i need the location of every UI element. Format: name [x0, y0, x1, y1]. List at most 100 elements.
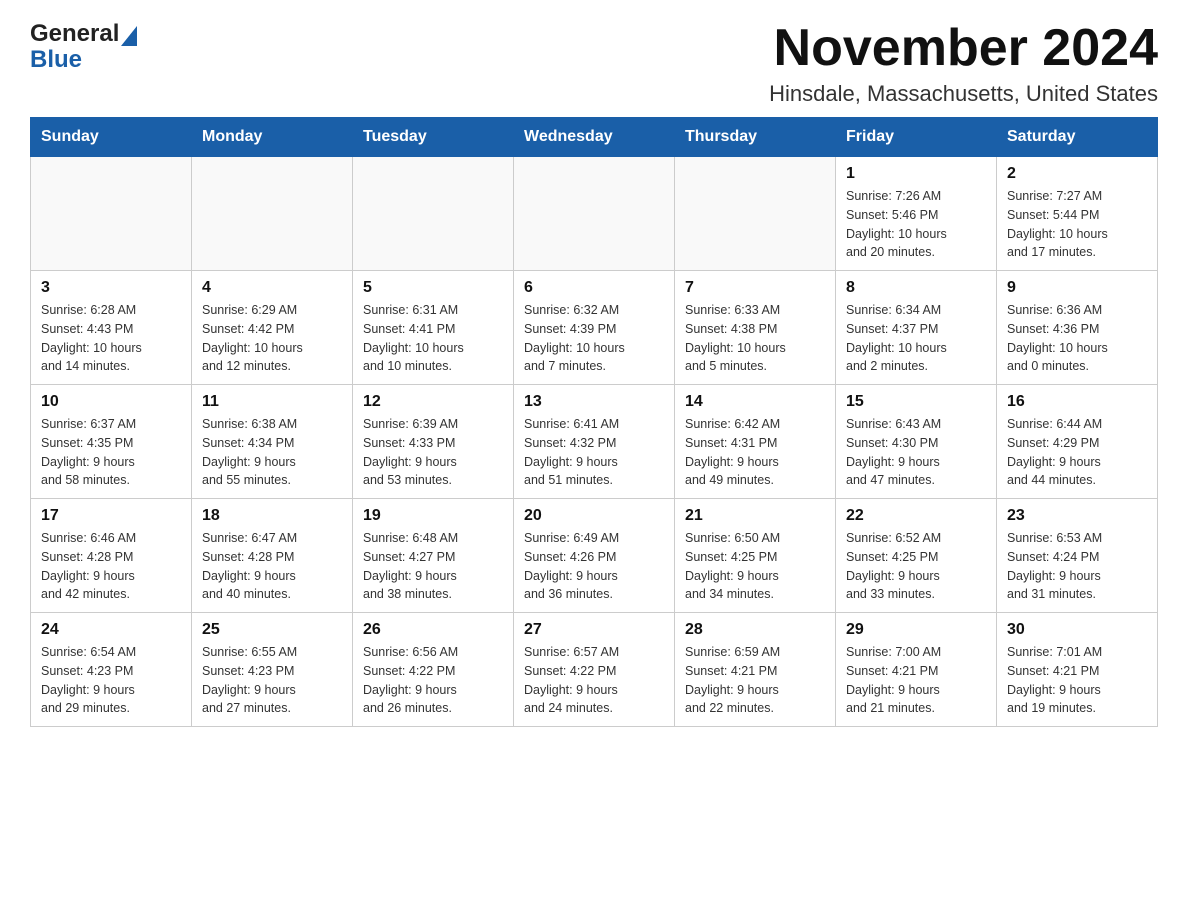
day-number: 15	[846, 393, 986, 411]
day-number: 18	[202, 507, 342, 525]
day-info: Sunrise: 6:53 AM Sunset: 4:24 PM Dayligh…	[1007, 529, 1147, 604]
calendar-cell: 12 Sunrise: 6:39 AM Sunset: 4:33 PM Dayli…	[353, 385, 514, 499]
calendar-cell: 2Sunrise: 7:27 AM Sunset: 5:44 PM Daylig…	[997, 157, 1158, 271]
day-number: 24	[41, 621, 181, 639]
calendar-cell: 24 Sunrise: 6:54 AM Sunset: 4:23 PM Dayli…	[31, 613, 192, 727]
calendar-cell: 26 Sunrise: 6:56 AM Sunset: 4:22 PM Dayli…	[353, 613, 514, 727]
weekday-header-monday: Monday	[192, 118, 353, 157]
day-number: 6	[524, 279, 664, 297]
day-number: 4	[202, 279, 342, 297]
day-info: Sunrise: 6:28 AM Sunset: 4:43 PM Dayligh…	[41, 301, 181, 376]
calendar-cell: 17Sunrise: 6:46 AM Sunset: 4:28 PM Dayli…	[31, 499, 192, 613]
calendar-cell	[31, 157, 192, 271]
day-number: 14	[685, 393, 825, 411]
header: General Blue November 2024 Hinsdale, Mas…	[30, 20, 1158, 107]
calendar-week-5: 24 Sunrise: 6:54 AM Sunset: 4:23 PM Dayli…	[31, 613, 1158, 727]
day-info: Sunrise: 6:39 AM Sunset: 4:33 PM Dayligh…	[363, 415, 503, 490]
calendar-title: November 2024	[769, 20, 1158, 77]
day-info: Sunrise: 7:27 AM Sunset: 5:44 PM Dayligh…	[1007, 187, 1147, 262]
weekday-header-friday: Friday	[836, 118, 997, 157]
day-number: 5	[363, 279, 503, 297]
calendar-cell: 4 Sunrise: 6:29 AM Sunset: 4:42 PM Daylig…	[192, 271, 353, 385]
calendar-week-3: 10Sunrise: 6:37 AM Sunset: 4:35 PM Dayli…	[31, 385, 1158, 499]
calendar-cell: 29 Sunrise: 7:00 AM Sunset: 4:21 PM Dayli…	[836, 613, 997, 727]
day-info: Sunrise: 6:44 AM Sunset: 4:29 PM Dayligh…	[1007, 415, 1147, 490]
calendar-week-2: 3Sunrise: 6:28 AM Sunset: 4:43 PM Daylig…	[31, 271, 1158, 385]
day-info: Sunrise: 6:52 AM Sunset: 4:25 PM Dayligh…	[846, 529, 986, 604]
calendar-table: SundayMondayTuesdayWednesdayThursdayFrid…	[30, 117, 1158, 727]
day-number: 29	[846, 621, 986, 639]
weekday-header-sunday: Sunday	[31, 118, 192, 157]
calendar-cell: 27 Sunrise: 6:57 AM Sunset: 4:22 PM Dayli…	[514, 613, 675, 727]
day-number: 23	[1007, 507, 1147, 525]
day-number: 25	[202, 621, 342, 639]
day-info: Sunrise: 6:42 AM Sunset: 4:31 PM Dayligh…	[685, 415, 825, 490]
calendar-cell: 1Sunrise: 7:26 AM Sunset: 5:46 PM Daylig…	[836, 157, 997, 271]
weekday-header-wednesday: Wednesday	[514, 118, 675, 157]
calendar-cell: 16 Sunrise: 6:44 AM Sunset: 4:29 PM Dayli…	[997, 385, 1158, 499]
calendar-cell: 20 Sunrise: 6:49 AM Sunset: 4:26 PM Dayli…	[514, 499, 675, 613]
calendar-week-4: 17Sunrise: 6:46 AM Sunset: 4:28 PM Dayli…	[31, 499, 1158, 613]
calendar-cell	[514, 157, 675, 271]
day-number: 8	[846, 279, 986, 297]
day-info: Sunrise: 6:43 AM Sunset: 4:30 PM Dayligh…	[846, 415, 986, 490]
calendar-cell: 25Sunrise: 6:55 AM Sunset: 4:23 PM Dayli…	[192, 613, 353, 727]
day-number: 16	[1007, 393, 1147, 411]
day-info: Sunrise: 6:32 AM Sunset: 4:39 PM Dayligh…	[524, 301, 664, 376]
day-number: 27	[524, 621, 664, 639]
day-info: Sunrise: 6:49 AM Sunset: 4:26 PM Dayligh…	[524, 529, 664, 604]
calendar-subtitle: Hinsdale, Massachusetts, United States	[769, 81, 1158, 107]
day-info: Sunrise: 6:47 AM Sunset: 4:28 PM Dayligh…	[202, 529, 342, 604]
day-info: Sunrise: 6:48 AM Sunset: 4:27 PM Dayligh…	[363, 529, 503, 604]
logo: General Blue	[30, 20, 137, 74]
calendar-cell: 14 Sunrise: 6:42 AM Sunset: 4:31 PM Dayli…	[675, 385, 836, 499]
day-info: Sunrise: 6:34 AM Sunset: 4:37 PM Dayligh…	[846, 301, 986, 376]
calendar-cell: 9 Sunrise: 6:36 AM Sunset: 4:36 PM Daylig…	[997, 271, 1158, 385]
day-info: Sunrise: 6:46 AM Sunset: 4:28 PM Dayligh…	[41, 529, 181, 604]
day-info: Sunrise: 6:33 AM Sunset: 4:38 PM Dayligh…	[685, 301, 825, 376]
calendar-cell: 10Sunrise: 6:37 AM Sunset: 4:35 PM Dayli…	[31, 385, 192, 499]
day-number: 11	[202, 393, 342, 411]
title-block: November 2024 Hinsdale, Massachusetts, U…	[769, 20, 1158, 107]
day-number: 19	[363, 507, 503, 525]
day-info: Sunrise: 6:37 AM Sunset: 4:35 PM Dayligh…	[41, 415, 181, 490]
day-number: 30	[1007, 621, 1147, 639]
calendar-cell: 15 Sunrise: 6:43 AM Sunset: 4:30 PM Dayli…	[836, 385, 997, 499]
day-info: Sunrise: 7:00 AM Sunset: 4:21 PM Dayligh…	[846, 643, 986, 718]
day-info: Sunrise: 7:01 AM Sunset: 4:21 PM Dayligh…	[1007, 643, 1147, 718]
day-number: 9	[1007, 279, 1147, 297]
calendar-cell: 28 Sunrise: 6:59 AM Sunset: 4:21 PM Dayli…	[675, 613, 836, 727]
weekday-header-saturday: Saturday	[997, 118, 1158, 157]
logo-arrow-icon	[121, 26, 137, 46]
day-info: Sunrise: 6:56 AM Sunset: 4:22 PM Dayligh…	[363, 643, 503, 718]
calendar-cell: 30 Sunrise: 7:01 AM Sunset: 4:21 PM Dayli…	[997, 613, 1158, 727]
calendar-cell: 19 Sunrise: 6:48 AM Sunset: 4:27 PM Dayli…	[353, 499, 514, 613]
calendar-cell: 21Sunrise: 6:50 AM Sunset: 4:25 PM Dayli…	[675, 499, 836, 613]
calendar-cell	[353, 157, 514, 271]
calendar-cell: 3Sunrise: 6:28 AM Sunset: 4:43 PM Daylig…	[31, 271, 192, 385]
day-number: 13	[524, 393, 664, 411]
day-number: 26	[363, 621, 503, 639]
day-number: 20	[524, 507, 664, 525]
calendar-cell: 8 Sunrise: 6:34 AM Sunset: 4:37 PM Daylig…	[836, 271, 997, 385]
calendar-cell: 23 Sunrise: 6:53 AM Sunset: 4:24 PM Dayli…	[997, 499, 1158, 613]
day-number: 21	[685, 507, 825, 525]
calendar-cell: 5 Sunrise: 6:31 AM Sunset: 4:41 PM Daylig…	[353, 271, 514, 385]
day-info: Sunrise: 6:54 AM Sunset: 4:23 PM Dayligh…	[41, 643, 181, 718]
calendar-cell	[675, 157, 836, 271]
calendar-cell: 22Sunrise: 6:52 AM Sunset: 4:25 PM Dayli…	[836, 499, 997, 613]
logo-blue-text: Blue	[30, 46, 137, 74]
day-info: Sunrise: 6:57 AM Sunset: 4:22 PM Dayligh…	[524, 643, 664, 718]
weekday-header-thursday: Thursday	[675, 118, 836, 157]
day-number: 28	[685, 621, 825, 639]
logo-general-text: General	[30, 20, 119, 48]
calendar-cell: 7 Sunrise: 6:33 AM Sunset: 4:38 PM Daylig…	[675, 271, 836, 385]
day-number: 12	[363, 393, 503, 411]
day-info: Sunrise: 6:41 AM Sunset: 4:32 PM Dayligh…	[524, 415, 664, 490]
day-info: Sunrise: 6:31 AM Sunset: 4:41 PM Dayligh…	[363, 301, 503, 376]
day-info: Sunrise: 6:29 AM Sunset: 4:42 PM Dayligh…	[202, 301, 342, 376]
day-info: Sunrise: 6:36 AM Sunset: 4:36 PM Dayligh…	[1007, 301, 1147, 376]
calendar-cell	[192, 157, 353, 271]
day-number: 7	[685, 279, 825, 297]
day-info: Sunrise: 6:59 AM Sunset: 4:21 PM Dayligh…	[685, 643, 825, 718]
